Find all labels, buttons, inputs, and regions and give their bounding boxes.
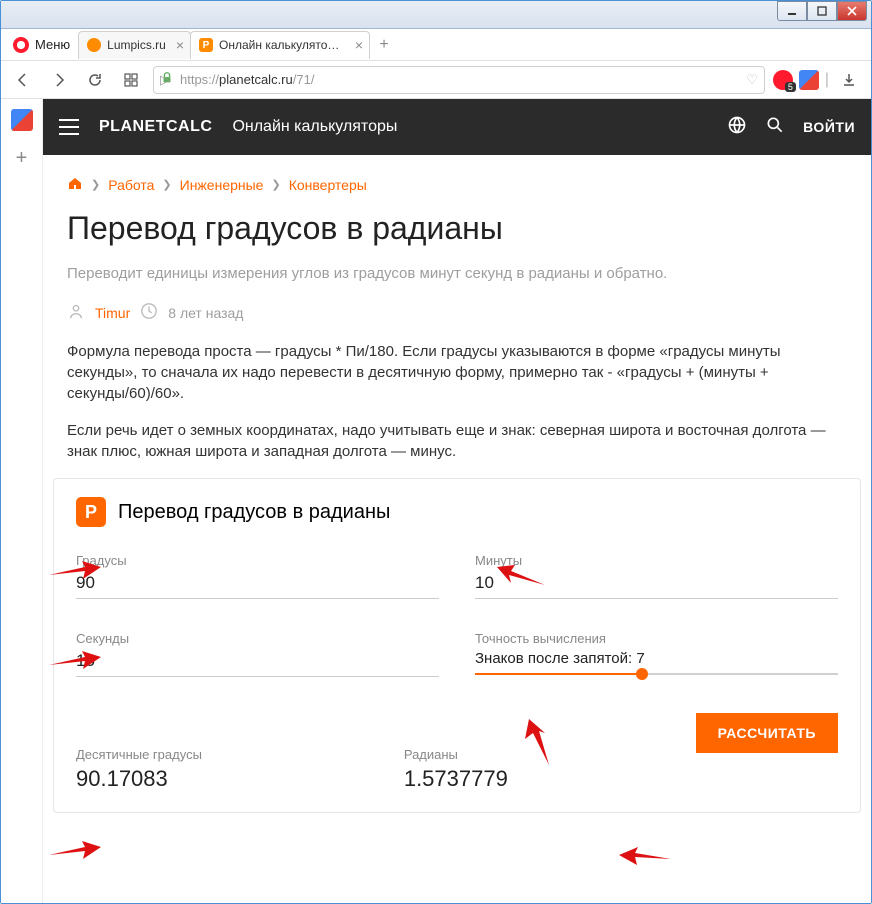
browser-toolbar: https://planetcalc.ru/71/ ▷ ♡ | — [1, 61, 871, 99]
result-label: Десятичные градусы — [76, 747, 368, 762]
minutes-input[interactable] — [475, 570, 838, 599]
minutes-field: Минуты — [475, 553, 838, 599]
url-text: https://planetcalc.ru/71/ — [180, 72, 740, 87]
person-icon — [67, 302, 85, 323]
calculator-card: P Перевод градусов в радианы Градусы Мин… — [53, 478, 861, 813]
app-logo-icon: P — [76, 497, 106, 527]
window-titlebar — [1, 1, 871, 29]
translate-icon[interactable] — [11, 109, 33, 131]
bookmark-icon[interactable]: ♡ — [746, 72, 758, 88]
site-brand[interactable]: PLANETCALC — [99, 118, 212, 136]
field-label: Секунды — [76, 631, 439, 646]
search-icon[interactable] — [765, 115, 785, 140]
browser-sidebar: + — [1, 99, 43, 903]
decimal-degrees-result: Десятичные градусы 90.17083 — [76, 747, 368, 792]
breadcrumb-link[interactable]: Инженерные — [180, 177, 264, 193]
opera-logo-icon — [13, 37, 29, 53]
page-content: PLANETCALC Онлайн калькуляторы ВОЙТИ ❯ Р… — [43, 99, 871, 903]
translate-icon[interactable] — [799, 70, 819, 90]
clock-icon — [140, 302, 158, 323]
favicon-icon — [87, 38, 101, 52]
calculator-title: P Перевод градусов в радианы — [76, 497, 838, 527]
reload-button[interactable] — [81, 66, 109, 94]
seconds-input[interactable] — [76, 648, 439, 677]
result-label: Радианы — [404, 747, 696, 762]
result-value: 1.5737779 — [404, 766, 696, 792]
browser-tab-1[interactable]: Lumpics.ru × — [78, 31, 191, 59]
slider-track[interactable] — [475, 673, 838, 675]
radians-result: Радианы 1.5737779 — [404, 747, 696, 792]
breadcrumb: ❯ Работа ❯ Инженерные ❯ Конвертеры — [43, 155, 871, 202]
favicon-icon: P — [199, 38, 213, 52]
calculator-title-text: Перевод градусов в радианы — [118, 501, 390, 524]
slider-value-text: Знаков после запятой: 7 — [475, 650, 838, 667]
chevron-right-icon: ❯ — [271, 178, 280, 191]
time-ago: 8 лет назад — [168, 305, 243, 321]
breadcrumb-link[interactable]: Конвертеры — [289, 177, 367, 193]
tab-label: Онлайн калькулятор: Пер — [219, 38, 345, 52]
address-bar[interactable]: https://planetcalc.ru/71/ ▷ ♡ — [153, 66, 765, 94]
menu-icon[interactable] — [59, 119, 79, 135]
breadcrumb-link[interactable]: Работа — [108, 177, 154, 193]
close-icon[interactable]: × — [176, 37, 184, 53]
window-maximize-button[interactable] — [807, 1, 837, 21]
chevron-right-icon: ❯ — [91, 178, 100, 191]
close-icon[interactable]: × — [355, 37, 363, 53]
degrees-field: Градусы — [76, 553, 439, 599]
seconds-field: Секунды — [76, 631, 439, 677]
speed-dial-button[interactable] — [117, 66, 145, 94]
description-text: Формула перевода проста — градусы * Пи/1… — [67, 341, 847, 404]
page-title: Перевод градусов в радианы — [67, 210, 847, 247]
page-subtitle: Переводит единицы измерения углов из гра… — [67, 263, 847, 284]
page-meta: Timur 8 лет назад — [67, 302, 847, 323]
forward-button[interactable] — [45, 66, 73, 94]
window-minimize-button[interactable] — [777, 1, 807, 21]
site-tagline: Онлайн калькуляторы — [232, 118, 397, 136]
result-value: 90.17083 — [76, 766, 368, 792]
calculate-button[interactable]: РАССЧИТАТЬ — [696, 713, 838, 753]
tab-label: Lumpics.ru — [107, 38, 166, 52]
browser-tab-2[interactable]: P Онлайн калькулятор: Пер × — [190, 31, 370, 59]
download-button[interactable] — [835, 66, 863, 94]
author-link[interactable]: Timur — [95, 305, 130, 321]
sidebar-add-button[interactable]: + — [16, 147, 28, 170]
precision-slider: Точность вычисления Знаков после запятой… — [475, 631, 838, 677]
browser-menu-button[interactable]: Меню — [5, 29, 78, 60]
browser-tabstrip: Меню Lumpics.ru × P Онлайн калькулятор: … — [1, 29, 871, 61]
field-label: Градусы — [76, 553, 439, 568]
field-label: Точность вычисления — [475, 631, 838, 646]
menu-label: Меню — [35, 37, 70, 52]
slider-thumb[interactable] — [636, 668, 648, 680]
home-icon[interactable] — [67, 175, 83, 194]
description-text: Если речь идет о земных координатах, над… — [67, 420, 847, 462]
language-icon[interactable] — [727, 115, 747, 140]
degrees-input[interactable] — [76, 570, 439, 599]
field-label: Минуты — [475, 553, 838, 568]
site-header: PLANETCALC Онлайн калькуляторы ВОЙТИ — [43, 99, 871, 155]
back-button[interactable] — [9, 66, 37, 94]
login-button[interactable]: ВОЙТИ — [803, 119, 855, 135]
window-close-button[interactable] — [837, 1, 867, 21]
chevron-right-icon: ❯ — [162, 178, 171, 191]
lock-icon — [160, 71, 174, 88]
adblock-badge-icon[interactable] — [773, 70, 793, 90]
new-tab-button[interactable]: + — [373, 34, 395, 56]
